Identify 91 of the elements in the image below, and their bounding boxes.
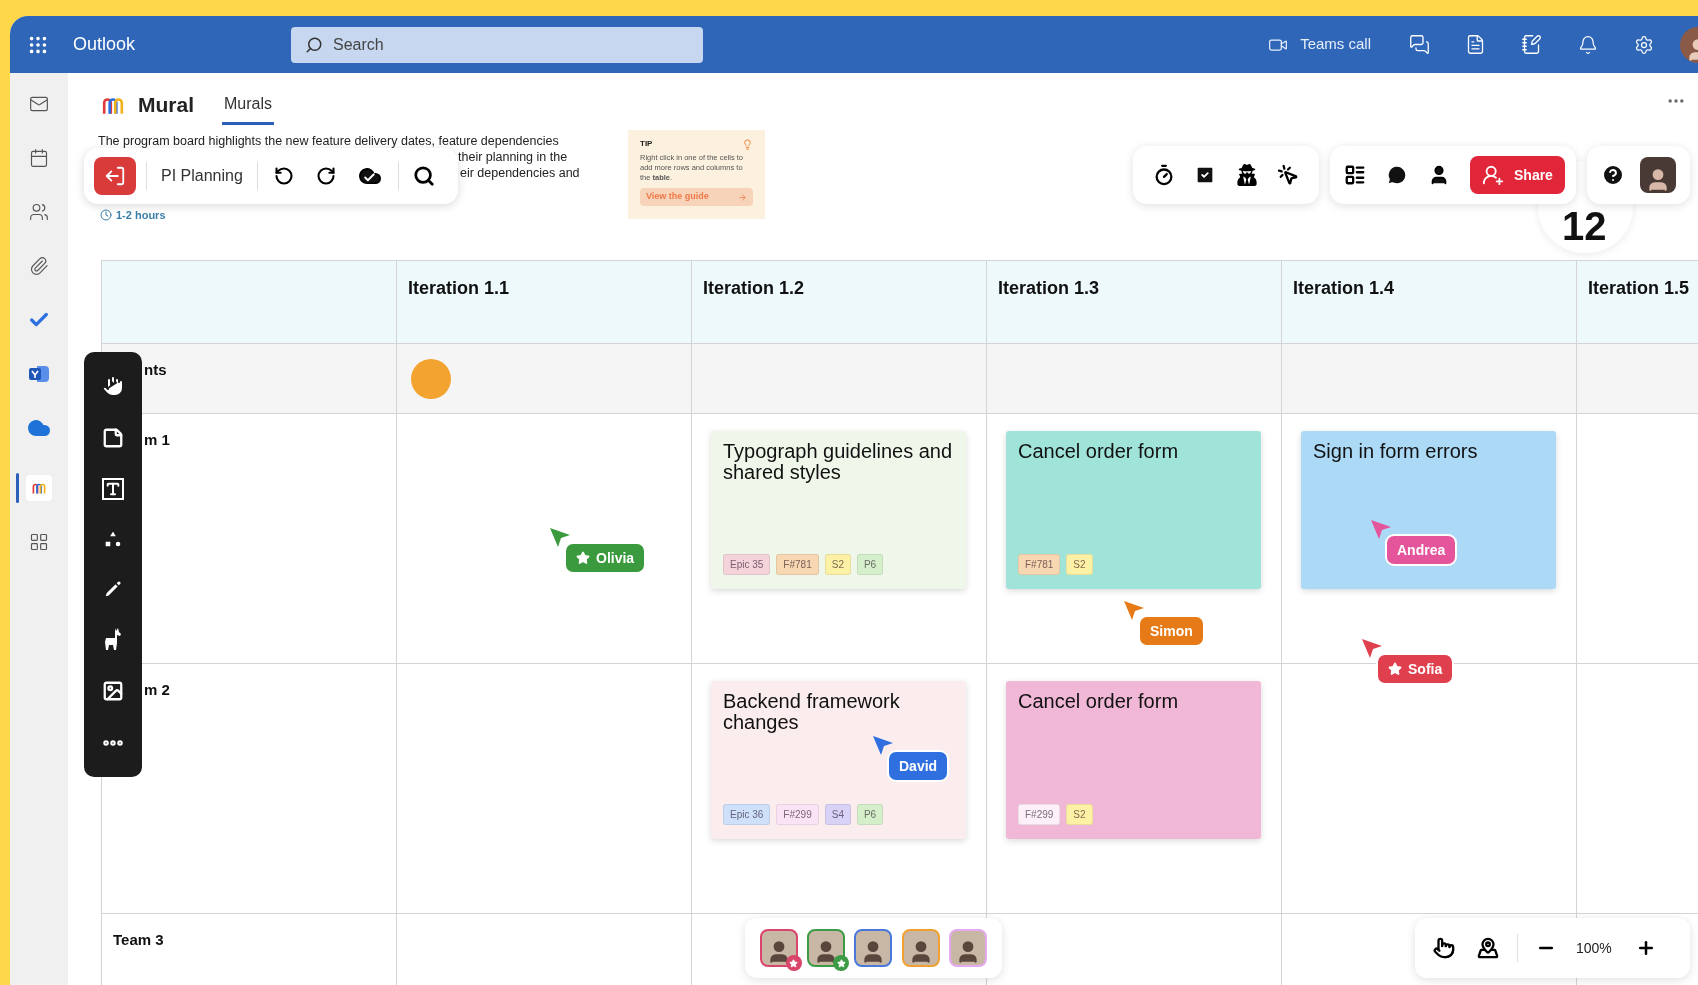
tag: S2	[824, 554, 851, 575]
tab[interactable]: Murals	[222, 85, 275, 125]
mail-icon	[29, 94, 49, 114]
tag: Epic 35	[723, 554, 771, 575]
notebook-icon[interactable]	[1521, 34, 1542, 55]
clock-icon	[100, 209, 112, 222]
star-badge	[785, 955, 802, 971]
star-badge	[833, 955, 850, 971]
pointer-click-icon[interactable]	[1277, 164, 1300, 186]
outline-icon[interactable]	[1344, 164, 1366, 186]
exit-button[interactable]	[94, 157, 136, 195]
collaborator-avatar[interactable]	[901, 929, 940, 967]
cursor-name-label: Simon	[1138, 615, 1205, 647]
description-text: their planning in the	[458, 149, 568, 165]
tag: S2	[1066, 554, 1093, 575]
engage-icon	[27, 363, 51, 385]
redo-icon[interactable]	[315, 166, 336, 186]
tag: F#781	[776, 554, 819, 575]
note-title: Typograph guidelines and shared styles	[723, 441, 954, 483]
mural-name[interactable]: PI Planning	[161, 164, 243, 188]
cursor-name-label: Olivia	[564, 542, 647, 574]
comment-icon[interactable]	[1386, 164, 1408, 186]
duration-text: 1-2 hours	[116, 208, 166, 223]
user-avatar[interactable]	[1640, 157, 1677, 193]
mural-logo-icon	[32, 481, 46, 495]
app-title: Mural	[138, 92, 194, 119]
settings-icon[interactable]	[1634, 34, 1654, 55]
column-header: Iteration 1.1	[408, 278, 510, 298]
column-header: Iteration 1.4	[1293, 278, 1395, 298]
step-number: 12	[1562, 205, 1607, 247]
tag: Epic 36	[723, 804, 771, 825]
search-field[interactable]: Search	[291, 26, 704, 63]
people-icon	[29, 202, 49, 222]
tip-label: TIP	[640, 138, 653, 150]
add-person-icon	[1482, 164, 1504, 186]
selection-indicator	[16, 473, 19, 503]
document-icon[interactable]	[1465, 34, 1486, 55]
calendar-icon	[29, 148, 49, 168]
arrow-right-icon	[738, 192, 747, 202]
milestone-marker[interactable]	[411, 359, 451, 399]
map-icon[interactable]	[1477, 937, 1499, 959]
note-title: Backend framework changes	[723, 691, 901, 733]
llama-icon[interactable]	[102, 627, 124, 652]
cursor-name-label: Sofia	[1376, 653, 1455, 685]
tag: P6	[856, 804, 884, 825]
sticky-note[interactable]: Cancel order form F#299 S2	[1006, 681, 1261, 839]
tag: S4	[824, 804, 851, 825]
tag: F#299	[776, 804, 819, 825]
sticky-note[interactable]: Cancel order form F#781 S2	[1006, 431, 1261, 589]
image-icon[interactable]	[102, 680, 124, 703]
tag: F#299	[1018, 804, 1061, 825]
star-icon	[1388, 662, 1402, 676]
share-button[interactable]: Share	[1470, 156, 1565, 194]
column-header: Iteration 1.3	[998, 278, 1100, 298]
column-header: Iteration 1.5	[1588, 278, 1690, 298]
pencil-icon[interactable]	[103, 578, 123, 599]
notification-icon[interactable]	[1578, 34, 1598, 55]
teams-call-button[interactable]: Teams call	[1268, 33, 1371, 56]
undo-icon[interactable]	[273, 166, 294, 186]
tag: P6	[856, 554, 884, 575]
collaborator-avatar[interactable]	[949, 929, 988, 967]
pointer-hand-icon[interactable]	[1433, 937, 1455, 959]
tag: F#781	[1018, 554, 1061, 575]
column-header: Iteration 1.2	[703, 278, 805, 298]
sticky-note-icon[interactable]	[102, 426, 124, 449]
note-title: Cancel order form	[1018, 441, 1180, 462]
star-icon	[576, 551, 590, 565]
sticky-note[interactable]: Typograph guidelines and shared styles Epic 35 F#781 S2 P6	[711, 431, 966, 589]
search-icon	[305, 35, 324, 54]
lightbulb-icon	[742, 138, 753, 150]
row-label: m 2	[144, 681, 170, 698]
cursor-name-label: Andrea	[1385, 534, 1458, 566]
description-text: The program board highlights the new feature delivery dates, feature dependencies	[98, 133, 560, 149]
tag: S2	[1066, 804, 1093, 825]
collaborator-avatar[interactable]	[854, 929, 893, 967]
note-title: Cancel order form	[1018, 691, 1180, 712]
description-text: eir dependencies and	[460, 165, 580, 181]
paperclip-icon	[29, 256, 49, 276]
apps-icon	[29, 532, 49, 552]
search-icon[interactable]	[412, 165, 435, 187]
incognito-icon[interactable]	[1235, 164, 1258, 186]
chat-icon[interactable]	[1409, 34, 1430, 55]
cursor-name-label: David	[887, 750, 950, 782]
app-name: Outlook	[73, 33, 136, 56]
text-icon[interactable]	[102, 477, 124, 500]
row-label: Team 3	[113, 931, 164, 948]
row-label: nts	[144, 361, 167, 378]
zoom-level: 100%	[1576, 938, 1612, 958]
exit-icon	[104, 165, 126, 187]
row-label: m 1	[144, 431, 170, 448]
note-title: Sign in form errors	[1313, 441, 1479, 462]
